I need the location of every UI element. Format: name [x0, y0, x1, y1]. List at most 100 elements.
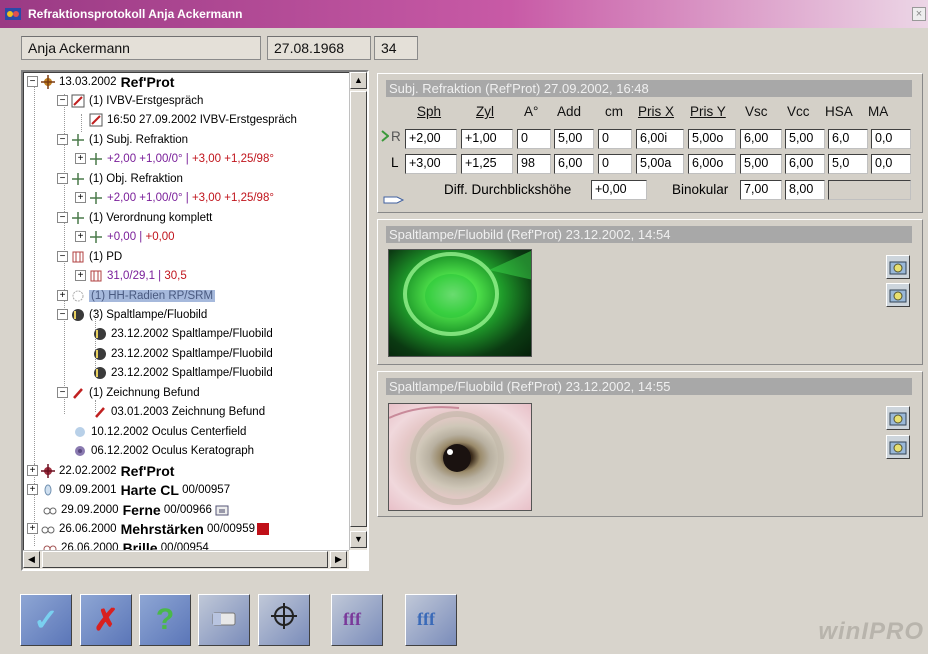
- tree-node-spaltlampe-entry-3[interactable]: 23.12.2002 Spaltlampe/Fluobild: [93, 363, 273, 382]
- add-r-field[interactable]: 5,00: [554, 129, 594, 149]
- sph-r-field[interactable]: +2,00: [405, 129, 457, 149]
- tree-node-mehrstaerken[interactable]: + 26.06.2000 Mehrstärken 00/00959: [27, 519, 269, 538]
- tree-horizontal-scrollbar[interactable]: ◀ ▶: [23, 550, 349, 569]
- expand-icon[interactable]: +: [57, 290, 68, 301]
- vsc-l-field[interactable]: 5,00: [740, 154, 782, 174]
- expand-icon[interactable]: +: [75, 192, 86, 203]
- vsc-r-field[interactable]: 6,00: [740, 129, 782, 149]
- collapse-icon[interactable]: −: [27, 76, 38, 87]
- tree-node-ivbv-entry[interactable]: 16:50 27.09.2002 IVBV-Erstgespräch: [89, 110, 297, 129]
- expand-icon[interactable]: +: [27, 484, 38, 495]
- collapse-icon[interactable]: −: [57, 173, 68, 184]
- clear-button[interactable]: [198, 594, 250, 646]
- tree-node-harte-cl[interactable]: + 09.09.2001 Harte CL 00/00957: [27, 480, 230, 499]
- camera-icon[interactable]: [886, 406, 910, 430]
- tree-node-subj-refraktion[interactable]: − (1) Subj. Refraktion: [57, 130, 188, 149]
- diff-durchblickshoehe-field[interactable]: +0,00: [591, 180, 647, 200]
- scroll-up-button[interactable]: ▲: [350, 72, 367, 89]
- patient-name-field[interactable]: Anja Ackermann: [21, 36, 261, 60]
- scroll-thumb[interactable]: [350, 91, 367, 527]
- expand-icon[interactable]: +: [75, 153, 86, 164]
- camera-icon[interactable]: [886, 435, 910, 459]
- sph-l-field[interactable]: +3,00: [405, 154, 457, 174]
- tree-node-verordnung-values[interactable]: + +0,00 | +0,00: [75, 227, 175, 246]
- tree-node-zeichnung-entry[interactable]: 03.01.2003 Zeichnung Befund: [93, 402, 265, 421]
- tree-node-refprot-2002-03[interactable]: − 13.03.2002 Ref'Prot: [27, 72, 174, 91]
- brand-wordmark: winIPRO: [818, 618, 924, 645]
- tree-node-brille[interactable]: 26.06.2000 Brille 00/00954: [43, 538, 209, 550]
- disc-icon: [73, 425, 87, 439]
- tree-node-spaltlampe[interactable]: − (3) Spaltlampe/Fluobild: [57, 305, 207, 324]
- tree-node-zeichnung[interactable]: − (1) Zeichnung Befund: [57, 383, 200, 402]
- patient-dob-field[interactable]: 27.08.1968: [267, 36, 371, 60]
- expand-icon[interactable]: +: [75, 231, 86, 242]
- ma-r-field[interactable]: 0,0: [871, 129, 911, 149]
- hscroll-thumb[interactable]: [42, 551, 328, 568]
- tree-node-centerfield[interactable]: 10.12.2002 Oculus Centerfield: [73, 422, 246, 441]
- print-button-2[interactable]: fff: [405, 594, 457, 646]
- cancel-button[interactable]: ✗: [80, 594, 132, 646]
- glasses-icon: [43, 503, 57, 517]
- tree-node-spaltlampe-entry-1[interactable]: 23.12.2002 Spaltlampe/Fluobild: [93, 324, 273, 343]
- selected-node-label: (1) HH-Radien RP/SRM: [89, 289, 216, 302]
- collapse-icon[interactable]: −: [57, 309, 68, 320]
- tree-node-obj-values[interactable]: + +2,00 +1,00/0° | +3,00 +1,25/98°: [75, 188, 274, 207]
- collapse-icon[interactable]: −: [57, 251, 68, 262]
- pris-x-r-field[interactable]: 6,00i: [636, 129, 684, 149]
- history-tree[interactable]: − 13.03.2002 Ref'Prot − (1) IVBV-Erstgesp…: [21, 70, 369, 571]
- achse-r-field[interactable]: 0: [517, 129, 551, 149]
- question-icon: ?: [155, 603, 175, 636]
- help-button[interactable]: ?: [139, 594, 191, 646]
- pris-x-l-field[interactable]: 5,00a: [636, 154, 684, 174]
- vcc-r-field[interactable]: 5,00: [785, 129, 825, 149]
- scroll-left-button[interactable]: ◀: [23, 551, 40, 568]
- tree-node-subj-values[interactable]: + +2,00 +1,00/0° | +3,00 +1,25/98°: [75, 149, 274, 168]
- hsa-l-field[interactable]: 5,0: [828, 154, 868, 174]
- expand-icon[interactable]: +: [27, 523, 38, 534]
- confirm-button[interactable]: ✓: [20, 594, 72, 646]
- cm-r-field[interactable]: 0: [598, 129, 632, 149]
- tree-vertical-scrollbar[interactable]: ▲ ▼: [349, 72, 367, 550]
- center-button[interactable]: [258, 594, 310, 646]
- tree-node-ferne[interactable]: 29.09.2000 Ferne 00/00966: [43, 500, 233, 519]
- print-button-1[interactable]: fff: [331, 594, 383, 646]
- binokular-vcc-field[interactable]: 8,00: [785, 180, 825, 200]
- app-icon[interactable]: [4, 5, 22, 23]
- collapse-icon[interactable]: −: [57, 134, 68, 145]
- expand-icon[interactable]: +: [27, 465, 38, 476]
- pris-y-l-field[interactable]: 6,00o: [688, 154, 736, 174]
- binokular-vsc-field[interactable]: 7,00: [740, 180, 782, 200]
- tree-node-pd[interactable]: − (1) PD: [57, 247, 122, 266]
- scroll-right-button[interactable]: ▶: [330, 551, 347, 568]
- tree-node-keratograph[interactable]: 06.12.2002 Oculus Keratograph: [73, 441, 254, 460]
- camera-icon[interactable]: [886, 283, 910, 307]
- tree-node-verordnung[interactable]: − (1) Verordnung komplett: [57, 208, 212, 227]
- hsa-r-field[interactable]: 6,0: [828, 129, 868, 149]
- tree-node-obj-refraktion[interactable]: − (1) Obj. Refraktion: [57, 169, 183, 188]
- tree-node-refprot-2002-02[interactable]: + 22.02.2002 Ref'Prot: [27, 461, 174, 480]
- tree-node-spaltlampe-entry-2[interactable]: 23.12.2002 Spaltlampe/Fluobild: [93, 344, 273, 363]
- achse-l-field[interactable]: 98: [517, 154, 551, 174]
- close-icon[interactable]: ×: [912, 7, 926, 21]
- pd-icon: [89, 269, 103, 283]
- collapse-icon[interactable]: −: [57, 95, 68, 106]
- collapse-icon[interactable]: −: [57, 387, 68, 398]
- ma-l-field[interactable]: 0,0: [871, 154, 911, 174]
- column-header: MA: [868, 104, 889, 119]
- zyl-l-field[interactable]: +1,25: [461, 154, 513, 174]
- zyl-r-field[interactable]: +1,00: [461, 129, 513, 149]
- iris-photo[interactable]: [388, 403, 532, 511]
- patient-age-field[interactable]: 34: [374, 36, 418, 60]
- tree-node-pd-values[interactable]: + 31,0/29,1 | 30,5: [75, 266, 187, 285]
- collapse-icon[interactable]: −: [57, 212, 68, 223]
- vcc-l-field[interactable]: 6,00: [785, 154, 825, 174]
- tree-node-hh-radien[interactable]: + (1) HH-Radien RP/SRM: [57, 286, 216, 305]
- expand-icon[interactable]: +: [75, 270, 86, 281]
- add-l-field[interactable]: 6,00: [554, 154, 594, 174]
- cm-l-field[interactable]: 0: [598, 154, 632, 174]
- scroll-down-button[interactable]: ▼: [350, 531, 367, 548]
- fluorescein-photo[interactable]: [388, 249, 532, 357]
- tree-node-ivbv[interactable]: − (1) IVBV-Erstgespräch: [57, 91, 203, 110]
- pris-y-r-field[interactable]: 5,00o: [688, 129, 736, 149]
- camera-icon[interactable]: [886, 255, 910, 279]
